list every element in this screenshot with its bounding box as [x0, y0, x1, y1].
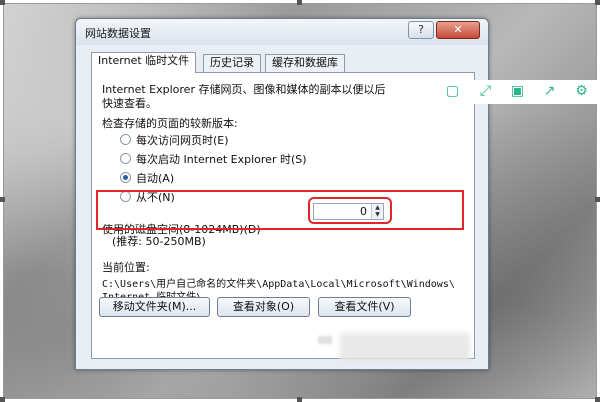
blurred-region [340, 333, 470, 363]
view-files-button[interactable]: 查看文件(V) [318, 297, 411, 317]
resize-handle-top[interactable] [297, 0, 302, 5]
disk-space-highlight-box [96, 190, 464, 230]
description-text-cont: 快速查看。 [102, 97, 157, 110]
radio-every-start[interactable] [120, 153, 131, 164]
tab-history[interactable]: 历史记录 [203, 54, 261, 72]
resize-handle-bottom-left[interactable] [0, 397, 5, 402]
screenshot-toolbar: ▢ ⤢ ▣ ↗ ⚙ [439, 80, 600, 104]
fullscreen-icon[interactable]: ⤢ [477, 83, 494, 100]
move-folder-button[interactable]: 移动文件夹(M)... [99, 297, 210, 317]
radio-automatic[interactable] [120, 172, 131, 183]
share-icon[interactable]: ↗ [541, 83, 558, 100]
dialog-title: 网站数据设置 [85, 27, 151, 40]
current-location-label: 当前位置: [102, 261, 150, 274]
view-objects-button[interactable]: 查看对象(O) [217, 297, 310, 317]
radio-label-automatic[interactable]: 自动(A) [136, 170, 174, 186]
resize-handle-bottom-right[interactable] [595, 397, 600, 402]
tab-temporary-internet-files[interactable]: Internet 临时文件 [91, 52, 197, 73]
radio-label-every-start[interactable]: 每次启动 Internet Explorer 时(S) [136, 151, 307, 167]
settings-icon[interactable]: ⚙ [573, 83, 590, 100]
stepper-highlight-box [308, 197, 392, 224]
check-newer-versions-label: 检查存储的页面的较新版本: [102, 117, 238, 130]
resize-handle-left[interactable] [0, 197, 5, 202]
crop-icon[interactable]: ▢ [444, 83, 461, 100]
resize-handle-top-left[interactable] [0, 0, 5, 5]
blurred-region-small [318, 336, 332, 344]
disk-space-hint: (推荐: 50-250MB) [112, 235, 206, 248]
resize-handle-right[interactable] [595, 197, 600, 202]
help-button[interactable]: ? [408, 21, 434, 39]
radio-every-visit[interactable] [120, 134, 131, 145]
resize-handle-top-right[interactable] [595, 0, 600, 5]
dialog-titlebar: 网站数据设置 ? ✕ [76, 19, 488, 45]
tab-caches-and-databases[interactable]: 缓存和数据库 [265, 54, 345, 72]
radio-label-every-visit[interactable]: 每次访问网页时(E) [136, 132, 229, 148]
save-icon[interactable]: ▣ [509, 83, 526, 100]
resize-handle-bottom[interactable] [297, 397, 302, 402]
close-button[interactable]: ✕ [436, 21, 480, 39]
